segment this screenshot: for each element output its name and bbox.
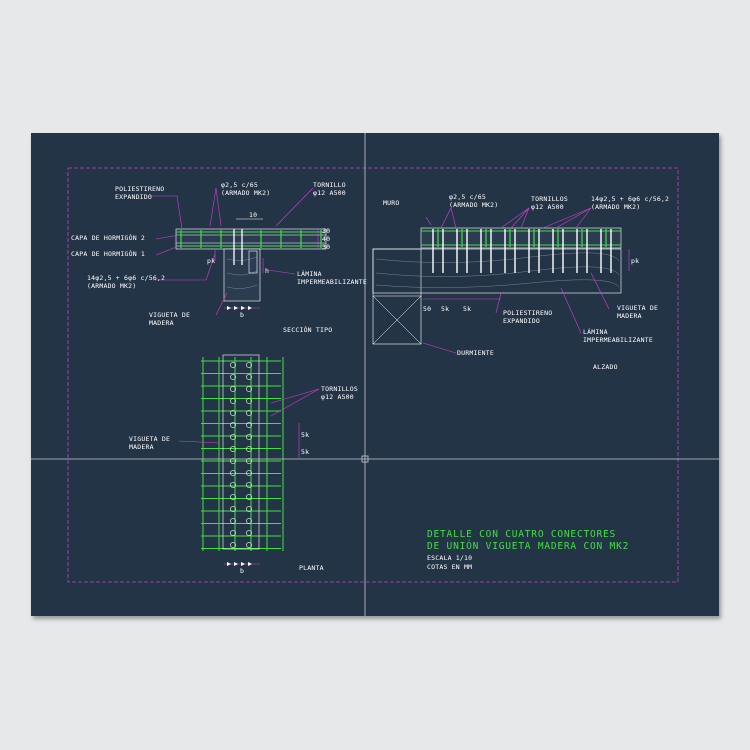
label-armado-top: φ2,5 c/65 (ARMADO MK2) (221, 181, 271, 197)
label-alzado: ALZADO (593, 363, 618, 371)
label-lamina-1: LÁMINA IMPERMEABILIZANTE (297, 270, 367, 286)
label-dim-5k-a: 5k (441, 305, 450, 313)
label-dim-5k-c: 5k (301, 431, 310, 439)
label-dim-5k-b: 5k (463, 305, 472, 313)
label-planta: PLANTA (299, 564, 324, 572)
label-b-2: b (240, 567, 245, 575)
title-line-1: DETALLE CON CUATRO CONECTORES (427, 529, 617, 540)
title-cotas: COTAS EN MM (427, 563, 473, 571)
label-vigueta-3: VIGUETA DE MADERA (129, 435, 171, 451)
label-poliestireno-1: POLIESTIRENO EXPANDIDO (115, 185, 165, 201)
label-capa-1: CAPA DE HORMIGÓN 1 (71, 250, 146, 258)
label-vigueta-1: VIGUETA DE MADERA (149, 311, 191, 327)
label-muro: MURO (383, 199, 400, 207)
label-armado-right2: 14φ2,5 + 6φ6 c/56,2 (ARMADO MK2) (591, 195, 670, 211)
label-dim-5k-d: 5k (301, 448, 310, 456)
label-pk-left: pk (207, 257, 216, 265)
label-dim-50: 50 (423, 305, 432, 313)
label-pk-right: pk (631, 257, 640, 265)
label-seccion-tipo: SECCIÓN TIPO (283, 326, 333, 334)
drawing-sheet[interactable]: POLIESTIRENO EXPANDIDO φ2,5 c/65 (ARMADO… (31, 133, 719, 616)
label-h-left: h (265, 267, 270, 275)
label-vigueta-2: VIGUETA DE MADERA (617, 304, 659, 320)
section-detail (149, 187, 327, 316)
label-dim-30a: 30 (322, 227, 331, 235)
label-lamina-2: LÁMINA IMPERMEABILIZANTE (583, 328, 653, 344)
label-dim-40: 40 (322, 235, 331, 243)
label-armado-left: 14φ2,5 + 6φ6 c/56,2 (ARMADO MK2) (87, 274, 166, 290)
title-line-2: DE UNIÓN VIGUETA MADERA CON MK2 (427, 541, 630, 552)
label-poliestireno-2: POLIESTIRENO EXPANDIDO (503, 309, 553, 325)
label-armado-right: φ2,5 c/65 (ARMADO MK2) (449, 193, 499, 209)
title-escala: ESCALA 1/10 (427, 554, 473, 562)
label-dim-30b: 30 (322, 243, 331, 251)
label-tornillos-right: TORNILLOS φ12 A500 (531, 195, 569, 211)
label-tornillo-top: TORNILLO φ12 A500 (313, 181, 346, 197)
label-capa-2: CAPA DE HORMIGÓN 2 (71, 234, 146, 242)
label-dim-10: 10 (249, 211, 258, 219)
label-durmiente: DURMIENTE (457, 349, 495, 357)
label-tornillos-planta: TORNILLOS φ12 A500 (321, 385, 359, 401)
plan-detail (178, 354, 320, 566)
label-b-1: b (240, 311, 245, 319)
